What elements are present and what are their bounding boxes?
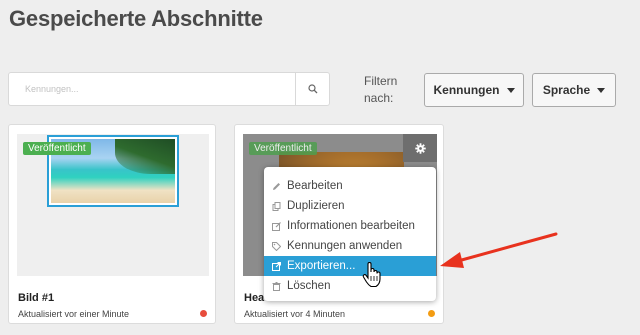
menu-item-duplicate[interactable]: Duplizieren xyxy=(264,196,436,216)
status-dot xyxy=(428,310,435,317)
menu-item-delete[interactable]: Löschen xyxy=(264,276,436,296)
card-title: Hea xyxy=(244,292,265,304)
card-context-menu: Bearbeiten Duplizieren Informationen bea… xyxy=(264,167,436,301)
published-badge: Veröffentlicht xyxy=(23,142,91,155)
section-card[interactable]: Veröffentlicht Bild #1 Aktualisiert vor … xyxy=(8,124,216,324)
menu-item-label: Bearbeiten xyxy=(287,180,343,192)
search-icon xyxy=(307,84,317,94)
filter-label: Filtern nach: xyxy=(364,74,398,105)
trash-icon xyxy=(272,281,281,291)
settings-button[interactable] xyxy=(403,134,437,162)
export-icon xyxy=(272,261,281,271)
menu-item-apply-tags[interactable]: Kennungen anwenden xyxy=(264,236,436,256)
copy-icon xyxy=(272,201,281,211)
status-dot xyxy=(200,310,207,317)
tags-dropdown[interactable]: Kennungen xyxy=(424,73,524,107)
hand-cursor-icon xyxy=(362,262,381,288)
tag-search-box xyxy=(8,72,330,106)
annotation-arrow-icon xyxy=(440,232,558,268)
menu-item-label: Löschen xyxy=(287,280,331,292)
edit-info-icon xyxy=(272,221,281,231)
tags-dropdown-label: Kennungen xyxy=(433,83,500,97)
menu-item-label: Exportieren... xyxy=(287,260,356,272)
caret-down-icon xyxy=(597,87,606,93)
card-updated-time: Aktualisiert vor einer Minute xyxy=(18,309,130,319)
tag-search-input[interactable] xyxy=(9,73,295,105)
card-updated-time: Aktualisiert vor 4 Minuten xyxy=(244,309,346,319)
tag-icon xyxy=(272,241,281,251)
caret-down-icon xyxy=(506,87,515,93)
language-dropdown-label: Sprache xyxy=(542,83,591,97)
pencil-icon xyxy=(272,182,281,191)
menu-item-label: Kennungen anwenden xyxy=(287,240,403,252)
menu-item-label: Duplizieren xyxy=(287,200,345,212)
search-button[interactable] xyxy=(295,73,329,105)
menu-item-edit-info[interactable]: Informationen bearbeiten xyxy=(264,216,436,236)
published-badge: Veröffentlicht xyxy=(249,142,317,155)
page-title: Gespeicherte Abschnitte xyxy=(9,6,263,31)
menu-item-export[interactable]: Exportieren... xyxy=(264,256,436,276)
card-title: Bild #1 xyxy=(18,292,55,304)
gear-icon xyxy=(414,142,426,154)
card-thumbnail[interactable]: Veröffentlicht xyxy=(17,134,209,276)
menu-item-label: Informationen bearbeiten xyxy=(287,220,415,232)
language-dropdown[interactable]: Sprache xyxy=(532,73,616,107)
menu-item-edit[interactable]: Bearbeiten xyxy=(264,176,436,196)
